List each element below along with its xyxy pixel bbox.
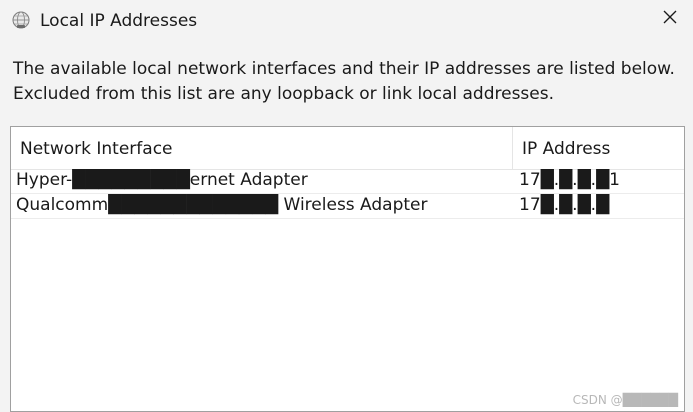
interface-name-cell: Qualcomm█████████████ Wireless Adapter xyxy=(16,195,428,215)
close-icon xyxy=(662,9,678,29)
close-button[interactable] xyxy=(655,4,685,34)
column-header-ip-address[interactable]: IP Address xyxy=(513,127,684,169)
watermark-text: CSDN @██████ xyxy=(572,393,678,407)
interface-name-cell: Hyper-█████████ernet Adapter xyxy=(16,170,308,190)
title-bar[interactable]: Local IP Addresses xyxy=(0,0,693,42)
network-globe-icon xyxy=(11,10,31,30)
list-rows: Hyper-█████████ernet Adapter 17█.█.█.█1 … xyxy=(11,169,684,219)
window-title: Local IP Addresses xyxy=(40,11,198,31)
description-text: The available local network interfaces a… xyxy=(13,57,683,107)
interfaces-list[interactable]: Network Interface IP Address Hyper-█████… xyxy=(10,126,685,412)
table-row[interactable]: Qualcomm█████████████ Wireless Adapter 1… xyxy=(11,194,684,219)
description-line-1: The available local network interfaces a… xyxy=(13,59,675,79)
local-ip-addresses-dialog: Local IP Addresses The available local n… xyxy=(0,0,693,412)
column-header-network-interface[interactable]: Network Interface xyxy=(11,127,513,169)
table-row[interactable]: Hyper-█████████ernet Adapter 17█.█.█.█1 xyxy=(11,169,684,194)
ip-address-cell: 17█.█.█.█ xyxy=(519,195,610,215)
description-line-2: Excluded from this list are any loopback… xyxy=(13,84,555,104)
list-header: Network Interface IP Address xyxy=(11,127,684,170)
ip-address-cell: 17█.█.█.█1 xyxy=(519,170,620,190)
